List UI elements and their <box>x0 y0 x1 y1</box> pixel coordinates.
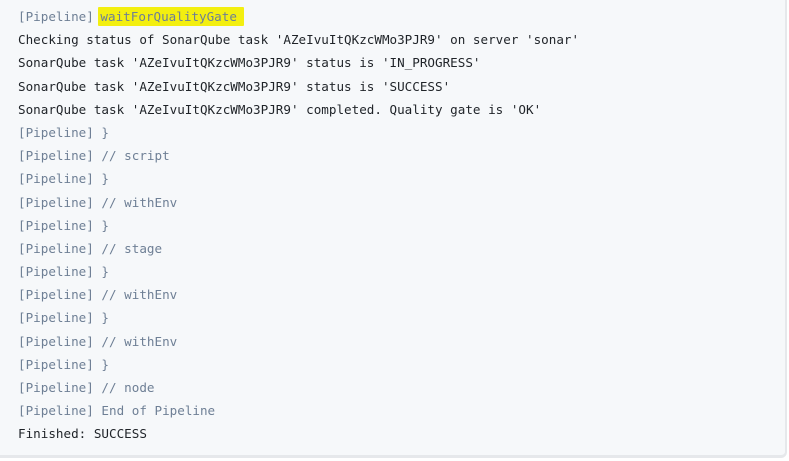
log-text: // withEnv <box>93 333 178 349</box>
pipeline-prefix: [Pipeline] <box>18 310 94 326</box>
log-line: [Pipeline] End of Pipeline <box>18 399 785 422</box>
pipeline-prefix: [Pipeline] <box>18 333 94 349</box>
pipeline-prefix: [Pipeline] <box>18 217 94 233</box>
pipeline-prefix: [Pipeline] <box>18 9 94 24</box>
log-text: Finished: SUCCESS <box>18 426 147 442</box>
log-line: [Pipeline] // withEnv <box>18 283 785 306</box>
log-line: [Pipeline] // withEnv <box>18 191 785 214</box>
log-text: End of Pipeline <box>93 403 216 419</box>
pipeline-prefix: [Pipeline] <box>18 171 94 187</box>
log-line: [Pipeline] // withEnv <box>18 330 785 353</box>
pipeline-prefix: [Pipeline] <box>18 194 94 210</box>
pipeline-prefix: [Pipeline] <box>18 124 94 140</box>
log-text: } <box>93 310 109 326</box>
log-line: SonarQube task 'AZeIvuItQKzcWMo3PJR9' st… <box>18 75 785 98</box>
console-output: [Pipeline] waitForQualityGate Checking s… <box>0 0 787 458</box>
pipeline-prefix: [Pipeline] <box>18 403 94 419</box>
log-text: // stage <box>93 240 163 256</box>
log-line: Checking status of SonarQube task 'AZeIv… <box>18 28 785 51</box>
log-line: [Pipeline] } <box>18 353 785 376</box>
log-line: Finished: SUCCESS <box>18 422 785 445</box>
log-line: [Pipeline] } <box>18 260 785 283</box>
log-line: [Pipeline] } <box>18 121 785 144</box>
log-text: // withEnv <box>93 194 178 210</box>
log-text: } <box>93 124 109 140</box>
log-line: [Pipeline] } <box>18 306 785 329</box>
log-line: [Pipeline] // stage <box>18 237 785 260</box>
log-text: SonarQube task 'AZeIvuItQKzcWMo3PJR9' co… <box>18 101 542 117</box>
log-line: [Pipeline] waitForQualityGate <box>18 5 785 28</box>
pipeline-prefix: [Pipeline] <box>18 287 94 303</box>
pipeline-prefix: [Pipeline] <box>18 148 94 164</box>
pipeline-prefix: [Pipeline] <box>18 264 94 280</box>
highlighted-step: waitForQualityGate <box>98 7 244 26</box>
pipeline-prefix: [Pipeline] <box>18 240 94 256</box>
log-text: SonarQube task 'AZeIvuItQKzcWMo3PJR9' st… <box>18 78 451 94</box>
log-text: // script <box>93 148 170 164</box>
log-line: [Pipeline] } <box>18 214 785 237</box>
log-text: Checking status of SonarQube task 'AZeIv… <box>18 32 580 48</box>
pipeline-prefix: [Pipeline] <box>18 356 94 372</box>
log-line: SonarQube task 'AZeIvuItQKzcWMo3PJR9' co… <box>18 98 785 121</box>
log-text: } <box>93 217 109 233</box>
log-line: SonarQube task 'AZeIvuItQKzcWMo3PJR9' st… <box>18 51 785 74</box>
log-text: } <box>93 356 109 372</box>
log-text: // node <box>93 380 155 395</box>
log-text: } <box>93 171 109 187</box>
log-text: // withEnv <box>93 287 178 303</box>
pipeline-prefix: [Pipeline] <box>18 380 94 395</box>
log-text: } <box>93 264 109 280</box>
log-line: [Pipeline] } <box>18 167 785 190</box>
log-line: [Pipeline] // node <box>18 376 785 399</box>
log-line: [Pipeline] // script <box>18 144 785 167</box>
log-text: SonarQube task 'AZeIvuItQKzcWMo3PJR9' st… <box>18 55 481 71</box>
